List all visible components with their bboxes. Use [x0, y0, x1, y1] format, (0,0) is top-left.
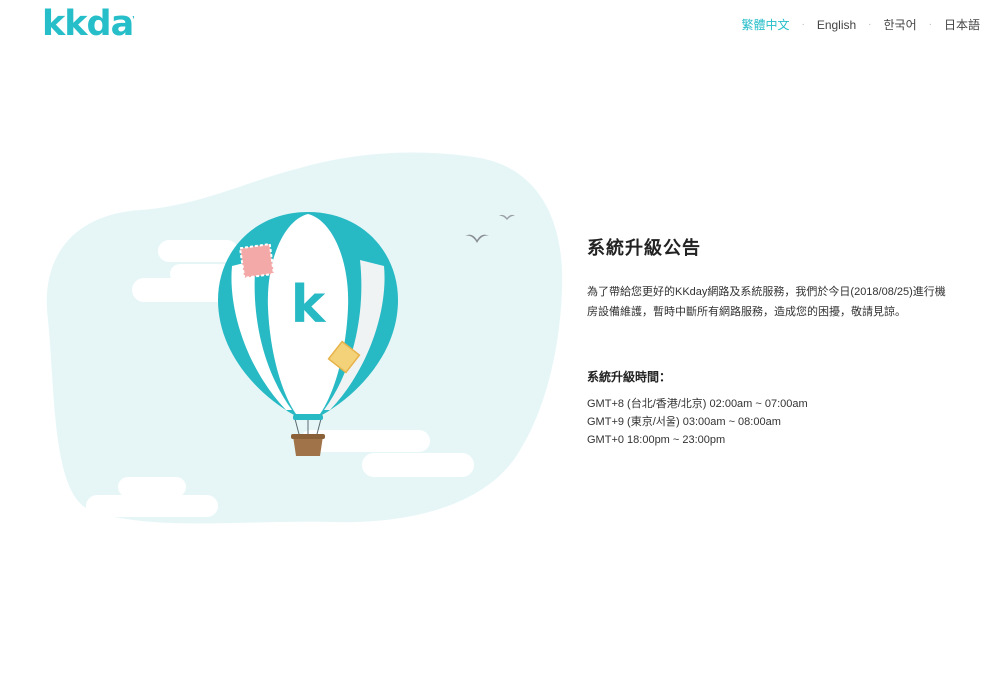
lang-korean[interactable]: 한국어 [884, 16, 917, 33]
lang-separator: · [928, 19, 932, 30]
schedule-line-gmt8: GMT+8 (台北/香港/北京) 02:00am ~ 07:00am [587, 398, 808, 410]
notice-title: 系統升級公告 [587, 238, 701, 258]
logo-text: kkday [42, 6, 134, 44]
maintenance-illustration: k [0, 140, 580, 540]
lang-separator: · [801, 19, 805, 30]
balloon-letter: k [291, 275, 327, 335]
schedule-title: 系統升級時間： [587, 370, 672, 384]
lang-traditional-chinese[interactable]: 繁體中文 [741, 16, 789, 33]
maintenance-notice: 系統升級公告 為了帶給您更好的KKday網路及系統服務，我們於今日(2018/0… [587, 234, 967, 449]
basket-rim [291, 434, 325, 439]
notice-body: 為了帶給您更好的KKday網路及系統服務，我們於今日(2018/08/25)進行… [587, 286, 946, 318]
schedule-line-gmt0: GMT+0 18:00pm ~ 23:00pm [587, 434, 726, 446]
patch-pink [238, 242, 276, 280]
kkday-logo[interactable]: kkday [42, 6, 134, 44]
lang-english[interactable]: English [817, 18, 856, 32]
language-switcher: 繁體中文 · English · 한국어 · 日本語 [741, 16, 980, 33]
lang-separator: · [868, 19, 872, 30]
lang-japanese[interactable]: 日本語 [944, 16, 980, 33]
schedule-line-gmt9: GMT+9 (東京/서울) 03:00am ~ 08:00am [587, 416, 781, 428]
